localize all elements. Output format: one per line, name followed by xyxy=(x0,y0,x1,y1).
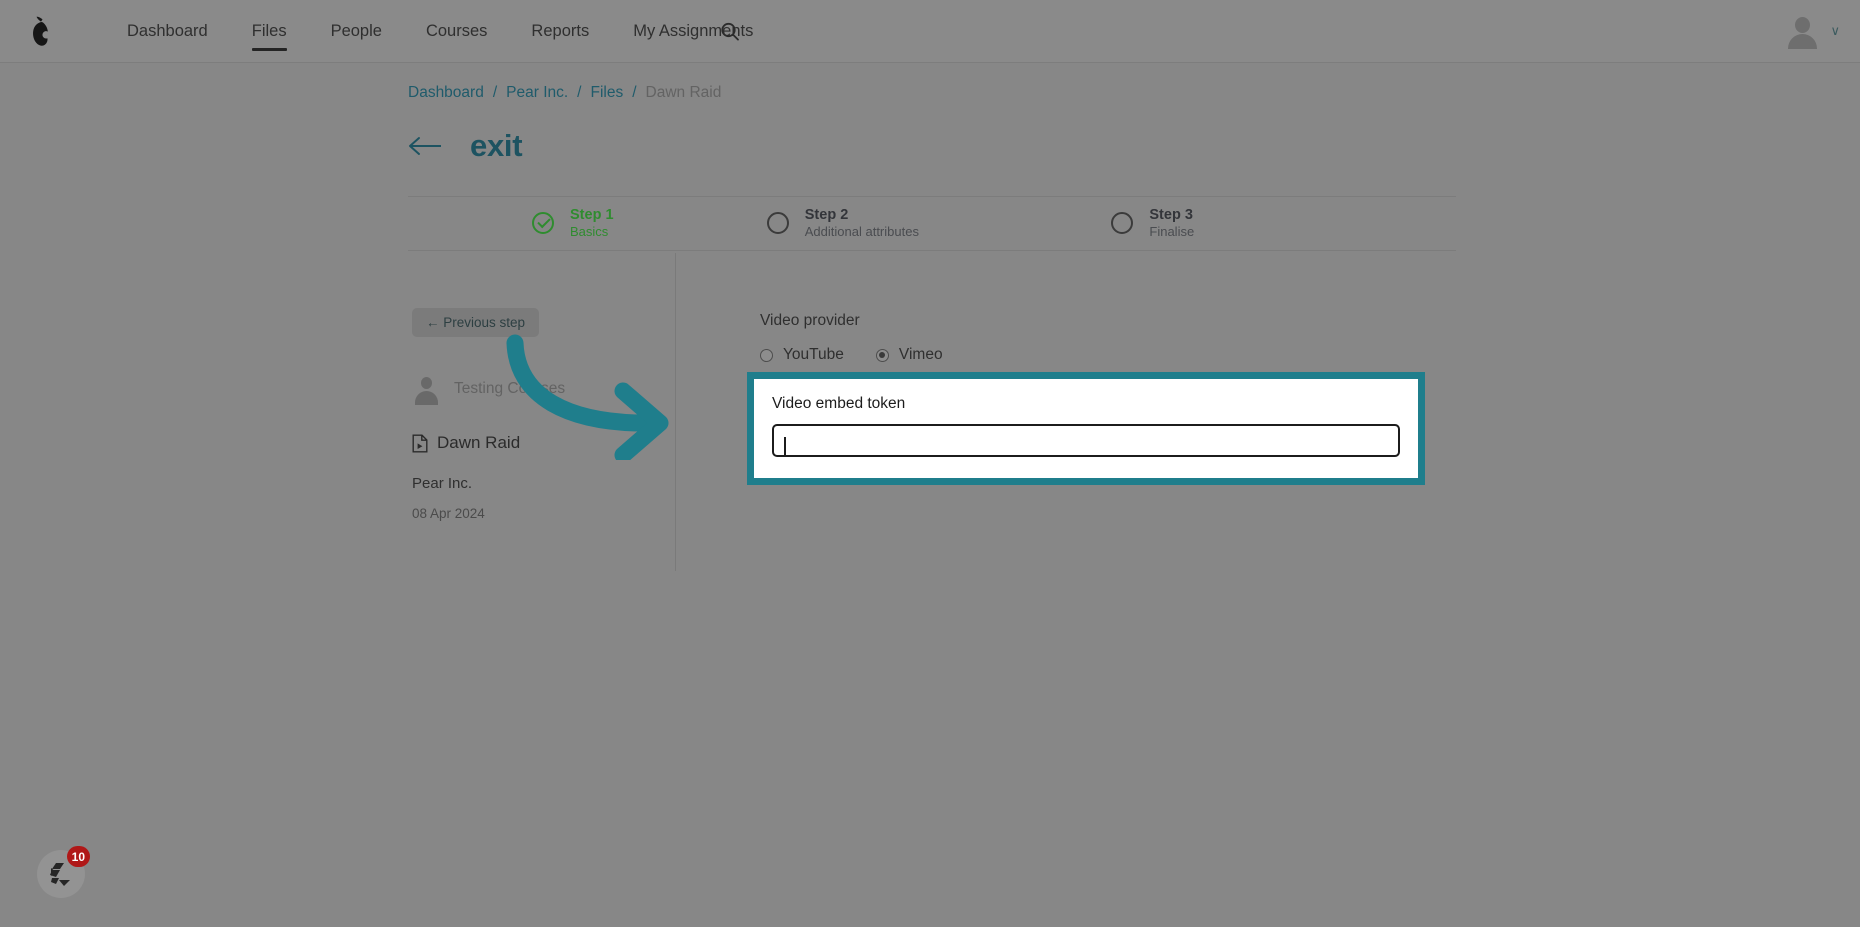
breadcrumb-item-dawn-raid: Dawn Raid xyxy=(645,84,722,101)
stepper-step-3[interactable]: Step 3 Finalise xyxy=(1111,207,1456,241)
radio-option-vimeo[interactable]: Vimeo xyxy=(875,346,943,364)
nav-item-courses[interactable]: Courses xyxy=(404,0,509,63)
video-embed-token-label: Video embed token xyxy=(772,395,906,412)
radio-icon xyxy=(760,348,773,362)
step-subtitle: Additional attributes xyxy=(804,224,919,240)
top-navigation-bar: Dashboard Files People Courses Reports M… xyxy=(0,0,1860,63)
step-title: Step 3 xyxy=(1149,206,1193,223)
breadcrumb: Dashboard / Pear Inc. / Files / Dawn Rai… xyxy=(408,84,721,102)
step-title: Step 2 xyxy=(804,206,849,223)
pear-logo-icon[interactable] xyxy=(18,10,62,54)
video-settings-form: Video provider YouTube Vimeo xyxy=(760,312,1400,364)
notification-badge: 10 xyxy=(66,846,90,867)
page-root: Dashboard Files People Courses Reports M… xyxy=(0,0,1860,927)
video-provider-radio-group: YouTube Vimeo xyxy=(760,346,1400,364)
nav-links: Dashboard Files People Courses Reports M… xyxy=(105,0,775,63)
radio-icon-selected xyxy=(875,348,889,362)
file-title-row: Dawn Raid xyxy=(412,433,662,453)
nav-item-files[interactable]: Files xyxy=(230,0,309,63)
nav-item-dashboard[interactable]: Dashboard xyxy=(105,0,230,63)
breadcrumb-item-dashboard[interactable]: Dashboard xyxy=(408,84,484,102)
file-summary-sidebar: ← Previous step Testing Courses Dawn Rai… xyxy=(412,308,662,521)
radio-label: YouTube xyxy=(783,346,844,363)
file-owner: Testing Courses xyxy=(412,375,662,405)
nav-item-reports[interactable]: Reports xyxy=(509,0,611,63)
circle-icon xyxy=(1111,212,1134,235)
nav-item-people[interactable]: People xyxy=(309,0,404,63)
check-circle-icon xyxy=(532,212,554,235)
breadcrumb-separator: / xyxy=(577,84,582,101)
search-icon[interactable] xyxy=(718,20,742,44)
previous-step-button[interactable]: ← Previous step xyxy=(412,308,540,337)
breadcrumb-separator: / xyxy=(492,84,498,101)
video-provider-label: Video provider xyxy=(760,312,860,329)
user-menu[interactable]: ∨ xyxy=(1784,8,1840,54)
video-file-icon xyxy=(412,434,428,453)
nav-label: Courses xyxy=(425,22,488,40)
page-header: exit xyxy=(408,128,523,164)
circle-icon xyxy=(766,212,789,235)
column-divider xyxy=(675,253,676,571)
nav-label: Dashboard xyxy=(127,22,208,40)
nav-item-my-assignments[interactable]: My Assignments xyxy=(611,0,775,63)
help-chat-widget-button[interactable]: 10 xyxy=(37,846,90,898)
step-subtitle: Finalise xyxy=(1149,224,1195,240)
radio-option-youtube[interactable]: YouTube xyxy=(760,346,844,364)
breadcrumb-item-files[interactable]: Files xyxy=(590,84,623,102)
file-name: Dawn Raid xyxy=(437,433,521,452)
organisation-name: Pear Inc. xyxy=(412,475,473,492)
avatar xyxy=(1784,13,1820,49)
nav-label: Reports xyxy=(531,22,590,40)
stepper-step-1[interactable]: Step 1 Basics xyxy=(408,207,767,241)
arrow-left-icon[interactable] xyxy=(408,134,444,158)
page-title: exit xyxy=(470,128,523,163)
chevron-down-icon: ∨ xyxy=(1830,23,1840,38)
video-embed-token-input[interactable] xyxy=(772,423,1400,457)
nav-label: Files xyxy=(251,22,287,40)
step-subtitle: Basics xyxy=(570,224,609,240)
video-embed-token-highlight: Video embed token xyxy=(747,372,1425,485)
wizard-stepper: Step 1 Basics Step 2 Additional attribut… xyxy=(408,196,1456,251)
user-avatar-icon xyxy=(412,375,440,405)
file-date: 08 Apr 2024 xyxy=(412,506,485,521)
radio-label: Vimeo xyxy=(898,346,943,363)
breadcrumb-separator: / xyxy=(632,84,637,101)
nav-label: People xyxy=(330,22,382,40)
step-title: Step 1 xyxy=(570,206,614,223)
stepper-step-2[interactable]: Step 2 Additional attributes xyxy=(766,206,1112,241)
text-cursor xyxy=(784,437,786,455)
breadcrumb-item-pear-inc[interactable]: Pear Inc. xyxy=(506,84,568,102)
owner-name: Testing Courses xyxy=(454,380,566,397)
